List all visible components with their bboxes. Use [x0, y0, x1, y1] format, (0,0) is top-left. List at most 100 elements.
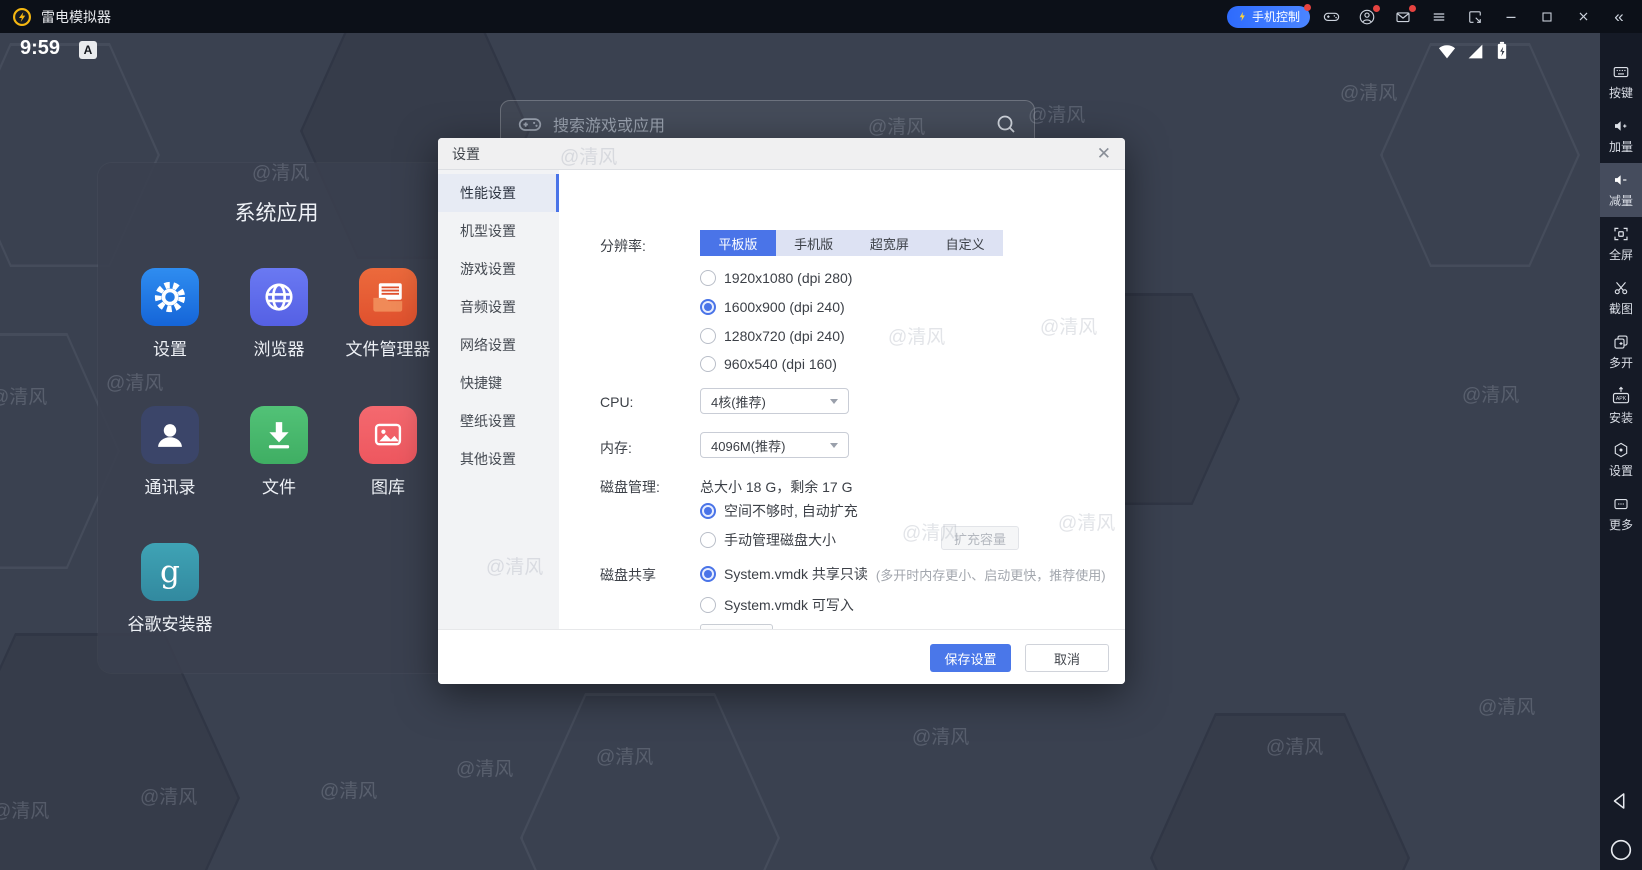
tab-network-settings[interactable]: 网络设置 [438, 326, 559, 364]
settings-hexagon-icon [1611, 441, 1631, 459]
segment-ultrawide[interactable]: 超宽屏 [852, 230, 928, 256]
dialog-footer: 保存设置 取消 [438, 629, 1125, 684]
resolution-segmented-control: 平板版 手机版 超宽屏 自定义 [700, 230, 1003, 256]
settings-app-icon [141, 268, 199, 326]
cancel-button[interactable]: 取消 [1025, 644, 1109, 672]
toolbar-label: 更多 [1609, 516, 1633, 533]
file-manager-app-icon [359, 268, 417, 326]
app-shortcut-browser[interactable]: 浏览器 [233, 268, 325, 360]
app-label: 图库 [371, 473, 405, 498]
app-label: 设置 [153, 335, 187, 360]
toolbar-install-apk[interactable]: APK 安装 [1600, 379, 1642, 433]
expand-capacity-button[interactable]: 扩充容量 [941, 526, 1019, 550]
minimize-button[interactable] [1496, 4, 1526, 30]
dialog-body: 分辨率: 平板版 手机版 超宽屏 自定义 1920x1080 (dpi 280)… [559, 170, 1125, 629]
app-shortcut-file-manager[interactable]: 文件管理器 [342, 268, 434, 360]
radio-1280x720[interactable]: 1280x720 (dpi 240) [700, 328, 845, 344]
dialog-close-icon[interactable]: ✕ [1097, 144, 1111, 164]
search-icon[interactable] [994, 112, 1018, 136]
toolbar-label: 按键 [1609, 84, 1633, 101]
save-settings-button[interactable]: 保存设置 [930, 644, 1011, 672]
toolbar-fullscreen[interactable]: 全屏 [1600, 217, 1642, 271]
segment-tablet[interactable]: 平板版 [700, 230, 776, 256]
battery-icon [1492, 39, 1512, 63]
lightning-icon [1237, 10, 1248, 23]
toolbar-label: 安装 [1609, 409, 1633, 426]
chevron-down-icon [830, 399, 838, 404]
dialog-header[interactable]: 设置 ✕ [438, 138, 1125, 170]
phone-control-label: 手机控制 [1252, 8, 1300, 25]
radio-manual-disk[interactable]: 手动管理磁盘大小 [700, 530, 836, 550]
close-button[interactable] [1568, 4, 1598, 30]
home-icon[interactable] [1607, 836, 1635, 864]
apk-install-icon: APK [1610, 386, 1632, 406]
toolbar-more[interactable]: 更多 [1600, 487, 1642, 541]
tab-other-settings[interactable]: 其他设置 [438, 440, 559, 478]
app-shortcut-gallery[interactable]: 图库 [342, 406, 434, 498]
radio-vmdk-readonly[interactable]: System.vmdk 共享只读 (多开时内存更小、启动更快，推荐使用) [700, 564, 1106, 584]
app-shortcut-google-installer[interactable]: g 谷歌安装器 [124, 543, 216, 635]
ime-indicator: A [79, 41, 97, 59]
ldplayer-window: 雷电模拟器 手机控制 [0, 0, 1642, 870]
tab-performance-settings[interactable]: 性能设置 [438, 174, 559, 212]
toolbar-settings[interactable]: 设置 [1600, 433, 1642, 487]
back-icon[interactable] [1608, 788, 1634, 814]
vmdk-readonly-note: (多开时内存更小、启动更快，推荐使用) [876, 565, 1106, 584]
segment-phone[interactable]: 手机版 [776, 230, 852, 256]
hexagon-decoration [1380, 43, 1580, 267]
hexagon-decoration [1150, 713, 1410, 870]
app-shortcut-settings[interactable]: 设置 [124, 268, 216, 360]
multi-instance-icon [1611, 333, 1631, 351]
cpu-select[interactable]: 4核(推荐) [700, 388, 849, 414]
radio-1600x900[interactable]: 1600x900 (dpi 240) [700, 299, 845, 315]
toolbar-keymapping[interactable]: 按键 [1600, 55, 1642, 109]
disk-size-summary: 总大小 18 G，剩余 17 G [700, 477, 852, 497]
dialog-title: 设置 [452, 144, 480, 164]
memory-select[interactable]: 4096M(推荐) [700, 432, 849, 458]
gallery-app-icon [359, 406, 417, 464]
folder-panel-system-apps: 系统应用 设置 浏览器 [98, 163, 455, 673]
collapse-sidebar-button[interactable]: « [1604, 4, 1634, 30]
segment-custom[interactable]: 自定义 [927, 230, 1003, 256]
radio-icon [700, 532, 716, 548]
phone-control-button[interactable]: 手机控制 [1227, 6, 1310, 28]
disk-management-label: 磁盘管理: [600, 477, 660, 497]
account-button[interactable] [1352, 4, 1382, 30]
toolbar-label: 全屏 [1609, 246, 1633, 263]
maximize-button[interactable] [1532, 4, 1562, 30]
gamepad-button[interactable] [1316, 4, 1346, 30]
disk-share-label: 磁盘共享 [600, 565, 656, 585]
app-shortcut-contacts[interactable]: 通讯录 [124, 406, 216, 498]
app-shortcut-downloads[interactable]: 文件 [233, 406, 325, 498]
radio-icon [700, 503, 716, 519]
tab-device-model-settings[interactable]: 机型设置 [438, 212, 559, 250]
toolbar-volume-down[interactable]: 减量 [1600, 163, 1642, 217]
app-label: 通讯录 [145, 473, 196, 498]
settings-dialog: 设置 ✕ 性能设置 机型设置 游戏设置 音频设置 网络设置 快捷键 壁纸设置 其… [438, 138, 1125, 684]
toolbar-screenshot[interactable]: 截图 [1600, 271, 1642, 325]
hexagon-decoration [520, 693, 780, 870]
radio-auto-expand[interactable]: 空间不够时, 自动扩充 [700, 501, 858, 521]
folder-title: 系统应用 [98, 197, 455, 227]
radio-1920x1080[interactable]: 1920x1080 (dpi 280) [700, 270, 852, 286]
radio-icon [700, 356, 716, 372]
radio-vmdk-writable[interactable]: System.vmdk 可写入 [700, 595, 854, 615]
boss-key-button[interactable] [1460, 4, 1490, 30]
memory-label: 内存: [600, 438, 632, 458]
messages-button[interactable] [1388, 4, 1418, 30]
android-nav-buttons [1600, 788, 1642, 864]
toolbar-label: 截图 [1609, 300, 1633, 317]
google-installer-app-icon: g [141, 543, 199, 601]
app-label: 文件 [262, 473, 296, 498]
toolbar-multi-instance[interactable]: 多开 [1600, 325, 1642, 379]
clock: 9:59 [20, 37, 60, 60]
toolbar-volume-up[interactable]: 加量 [1600, 109, 1642, 163]
tab-wallpaper-settings[interactable]: 壁纸设置 [438, 402, 559, 440]
menu-button[interactable] [1424, 4, 1454, 30]
volume-up-icon [1611, 117, 1631, 135]
radio-960x540[interactable]: 960x540 (dpi 160) [700, 356, 837, 372]
tab-game-settings[interactable]: 游戏设置 [438, 250, 559, 288]
tab-audio-settings[interactable]: 音频设置 [438, 288, 559, 326]
toolbar-label: 减量 [1609, 192, 1633, 209]
tab-shortcut-keys[interactable]: 快捷键 [438, 364, 559, 402]
